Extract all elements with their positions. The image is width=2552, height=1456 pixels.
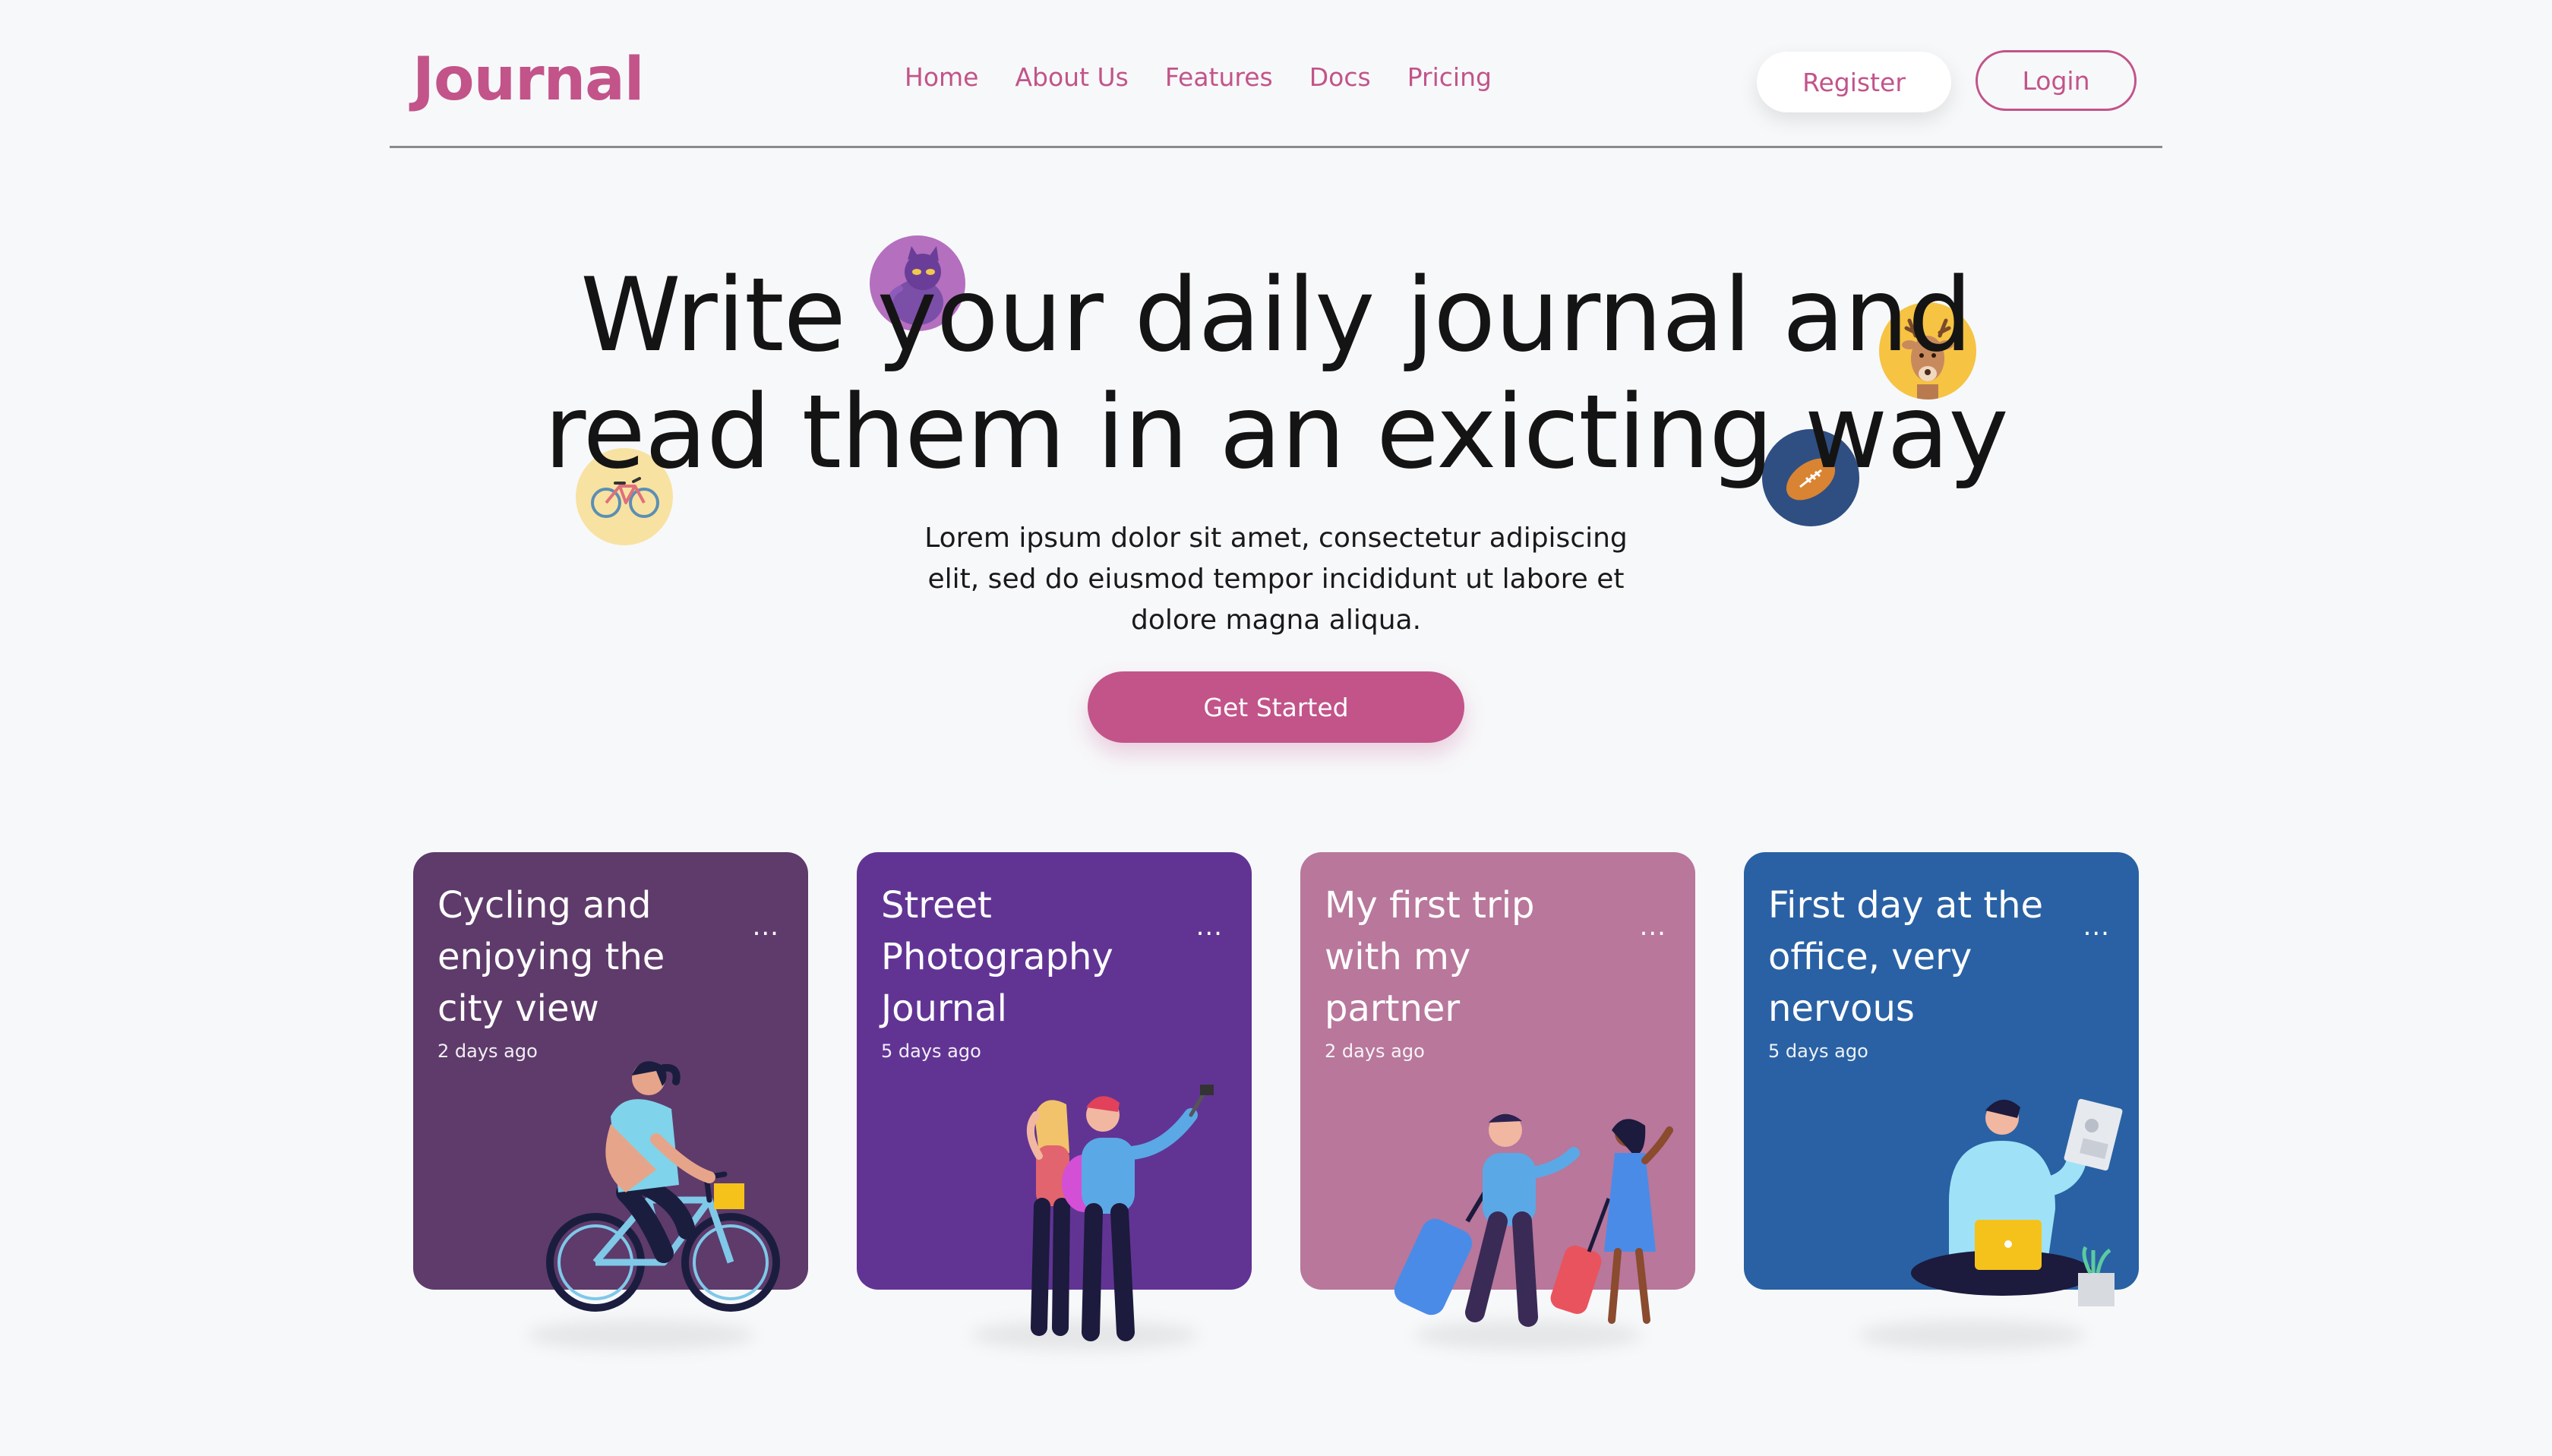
office-worker-illustration-icon — [1911, 1098, 2123, 1306]
hero-title-line-1: Write your daily journal and — [580, 256, 1972, 374]
card-date: 5 days ago — [1768, 1041, 1868, 1062]
hero-subtitle: Lorem ipsum dolor sit amet, consectetur … — [924, 523, 1628, 636]
nav-link-docs[interactable]: Docs — [1309, 62, 1371, 92]
cycling-illustration-icon — [546, 1061, 780, 1312]
nav-link-pricing[interactable]: Pricing — [1407, 62, 1492, 92]
journal-card-cycling[interactable]: Cycling and enjoying the city view 2 day… — [413, 852, 808, 1350]
get-started-button[interactable]: Get Started — [1088, 671, 1464, 743]
more-options-icon[interactable]: ... — [1196, 911, 1223, 942]
nav-link-about-us[interactable]: About Us — [1015, 62, 1128, 92]
card-title: Street Photography Journal — [881, 884, 1113, 1030]
card-date: 2 days ago — [1325, 1041, 1425, 1062]
more-options-icon[interactable]: ... — [2083, 911, 2110, 942]
card-title: First day at the office, very nervous — [1768, 884, 2044, 1030]
navbar: Journal Home About Us Features Docs Pric… — [390, 0, 2162, 148]
journal-card-street-photography[interactable]: Street Photography Journal 5 days ago ..… — [857, 852, 1252, 1350]
card-date: 5 days ago — [881, 1041, 981, 1062]
nav-menu: Home About Us Features Docs Pricing — [905, 62, 1492, 92]
more-options-icon[interactable]: ... — [1640, 911, 1666, 942]
card-date: 2 days ago — [437, 1041, 538, 1062]
card-shadow — [1858, 1320, 2086, 1350]
hero-title: Write your daily journal and read them i… — [516, 257, 2036, 491]
travel-couple-illustration-icon — [1394, 1113, 1673, 1327]
more-options-icon[interactable]: ... — [753, 911, 779, 942]
register-button[interactable]: Register — [1757, 52, 1951, 112]
card-title: My first trip with my partner — [1325, 884, 1535, 1030]
nav-link-features[interactable]: Features — [1165, 62, 1273, 92]
login-button[interactable]: Login — [1976, 50, 2137, 111]
street-photography-illustration-icon — [1027, 1085, 1214, 1341]
hero-title-line-2: read them in an exicting way — [544, 373, 2008, 491]
nav-link-home[interactable]: Home — [905, 62, 978, 92]
journal-card-first-day-office[interactable]: First day at the office, very nervous 5 … — [1744, 852, 2139, 1350]
card-title: Cycling and enjoying the city view — [437, 884, 665, 1030]
journal-card-first-trip[interactable]: My first trip with my partner 2 days ago… — [1300, 852, 1695, 1350]
logo[interactable]: Journal — [412, 46, 645, 114]
